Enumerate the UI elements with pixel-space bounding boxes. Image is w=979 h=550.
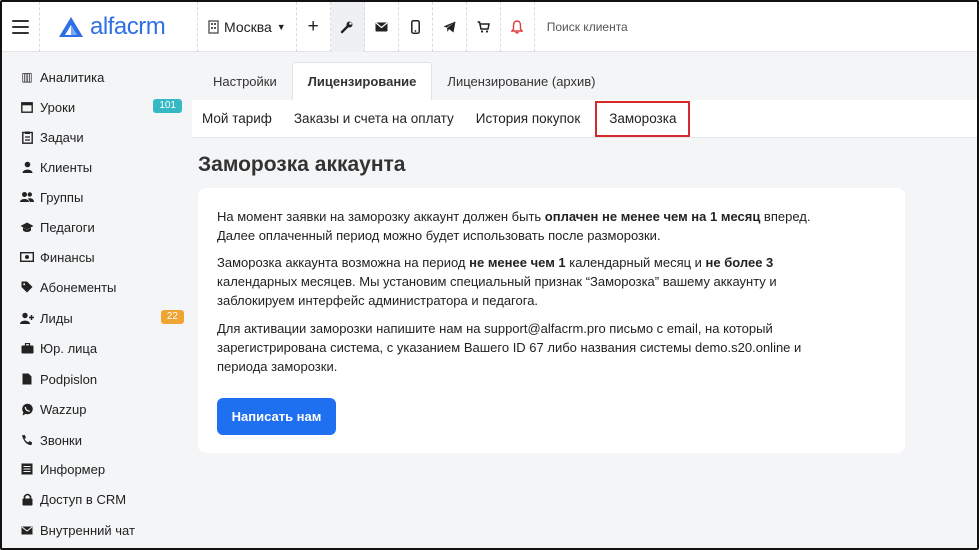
chart-icon: ▥ [21, 70, 33, 84]
sidebar-item-label: Группы [40, 189, 84, 205]
primary-tabs: Настройки Лицензирование Лицензирование … [198, 62, 611, 100]
logo[interactable]: alfacrm [40, 2, 198, 52]
freeze-info-card: На момент заявки на заморозку аккаунт до… [198, 188, 905, 453]
tag-icon [20, 281, 34, 293]
bell-icon[interactable] [501, 2, 535, 52]
sidebar-item-label: Podpislon [40, 371, 98, 387]
sidebar-item-calls[interactable]: Звонки [20, 430, 188, 450]
sidebar-item-label: Юр. лица [40, 340, 98, 356]
city-label: Москва [224, 18, 272, 35]
sidebar-item-lessons[interactable]: Уроки 101 [20, 97, 188, 117]
leads-count-badge: 22 [160, 310, 184, 324]
mail-icon[interactable] [365, 2, 399, 52]
sidebar-item-tasks[interactable]: Задачи [20, 127, 188, 147]
freeze-period-paragraph: Заморозка аккаунта возможна на период не… [217, 255, 777, 308]
sidebar-item-groups[interactable]: Группы [20, 187, 188, 207]
tab-purchase-history[interactable]: История покупок [465, 100, 591, 138]
sidebar-item-clients[interactable]: Клиенты [20, 157, 188, 177]
tab-licensing[interactable]: Лицензирование [291, 62, 433, 100]
sidebar-item-finance[interactable]: Финансы [20, 247, 188, 267]
sidebar-item-label: Звонки [40, 432, 82, 448]
tab-settings[interactable]: Настройки [198, 62, 292, 100]
graduation-cap-icon [20, 222, 34, 233]
top-bar: alfacrm Москва ▼ + Поиск клиента [2, 2, 977, 52]
sidebar: ▥ Аналитика Уроки 101 Задачи Клиенты Гру… [2, 53, 192, 548]
sidebar-item-analytics[interactable]: ▥ Аналитика [20, 67, 188, 87]
sidebar-item-label: Уроки [40, 99, 76, 115]
sidebar-item-label: Информер [40, 461, 106, 477]
users-icon [20, 191, 34, 203]
secondary-tabs: Мой тариф Заказы и счета на оплату Истор… [192, 100, 977, 138]
sidebar-item-informer[interactable]: Информер [20, 459, 188, 479]
tab-licensing-archive[interactable]: Лицензирование (архив) [432, 62, 610, 100]
phone-icon[interactable] [399, 2, 433, 52]
plus-icon[interactable]: + [297, 2, 331, 52]
money-icon [20, 252, 34, 262]
sidebar-item-label: Wazzup [40, 401, 87, 417]
sidebar-item-label: Клиенты [40, 159, 93, 175]
cart-icon[interactable] [467, 2, 501, 52]
sidebar-item-label: Доступ в CRM [40, 491, 127, 507]
sidebar-item-label: Абонементы [40, 279, 117, 295]
sidebar-item-podpislon[interactable]: Podpislon [20, 369, 188, 389]
lock-icon [20, 493, 34, 506]
app-window: alfacrm Москва ▼ + Поиск клиента ▥ Анали… [0, 0, 979, 550]
lessons-count-badge: 101 [153, 99, 182, 113]
document-icon [20, 373, 34, 385]
calendar-icon [20, 101, 34, 113]
sidebar-item-label: Финансы [40, 249, 95, 265]
city-selector[interactable]: Москва ▼ [198, 2, 297, 52]
user-icon [20, 161, 34, 173]
briefcase-icon [20, 342, 34, 354]
sidebar-item-label: Педагоги [40, 219, 95, 235]
list-icon [20, 463, 34, 475]
whatsapp-icon [20, 403, 34, 416]
page-title: Заморозка аккаунта [198, 153, 406, 176]
tab-orders-invoices[interactable]: Заказы и счета на оплату [283, 100, 465, 138]
freeze-activation-paragraph: Для активации заморозки напишите нам на … [217, 321, 802, 374]
sidebar-item-teachers[interactable]: Педагоги [20, 217, 188, 237]
menu-icon[interactable] [2, 2, 40, 52]
wrench-icon[interactable] [330, 2, 365, 52]
sidebar-item-leads[interactable]: Лиды 22 [20, 308, 188, 328]
telegram-icon[interactable] [433, 2, 467, 52]
sidebar-item-legal-entities[interactable]: Юр. лица [20, 338, 188, 358]
sidebar-item-internal-chat[interactable]: Внутренний чат [20, 520, 188, 540]
tab-freeze[interactable]: Заморозка [595, 100, 691, 137]
logo-mark-icon [59, 16, 83, 37]
sidebar-item-subscriptions[interactable]: Абонементы [20, 277, 188, 297]
tab-my-plan[interactable]: Мой тариф [192, 100, 283, 138]
sidebar-item-label: Аналитика [40, 69, 105, 85]
user-plus-icon [20, 312, 34, 324]
sidebar-item-crm-access[interactable]: Доступ в CRM [20, 489, 188, 509]
logo-text: alfacrm [90, 12, 166, 40]
building-icon [208, 19, 219, 34]
search-input[interactable]: Поиск клиента [535, 20, 628, 34]
envelope-icon [20, 526, 34, 535]
clipboard-icon [20, 131, 34, 144]
sidebar-item-label: Лиды [40, 310, 73, 326]
chevron-down-icon: ▼ [276, 21, 286, 32]
sidebar-item-label: Внутренний чат [40, 522, 135, 538]
sidebar-item-label: Задачи [40, 129, 84, 145]
sidebar-item-wazzup[interactable]: Wazzup [20, 399, 188, 419]
freeze-payment-paragraph: На момент заявки на заморозку аккаунт до… [217, 209, 811, 243]
write-us-button[interactable]: Написать нам [217, 398, 336, 435]
phone-call-icon [20, 434, 34, 446]
